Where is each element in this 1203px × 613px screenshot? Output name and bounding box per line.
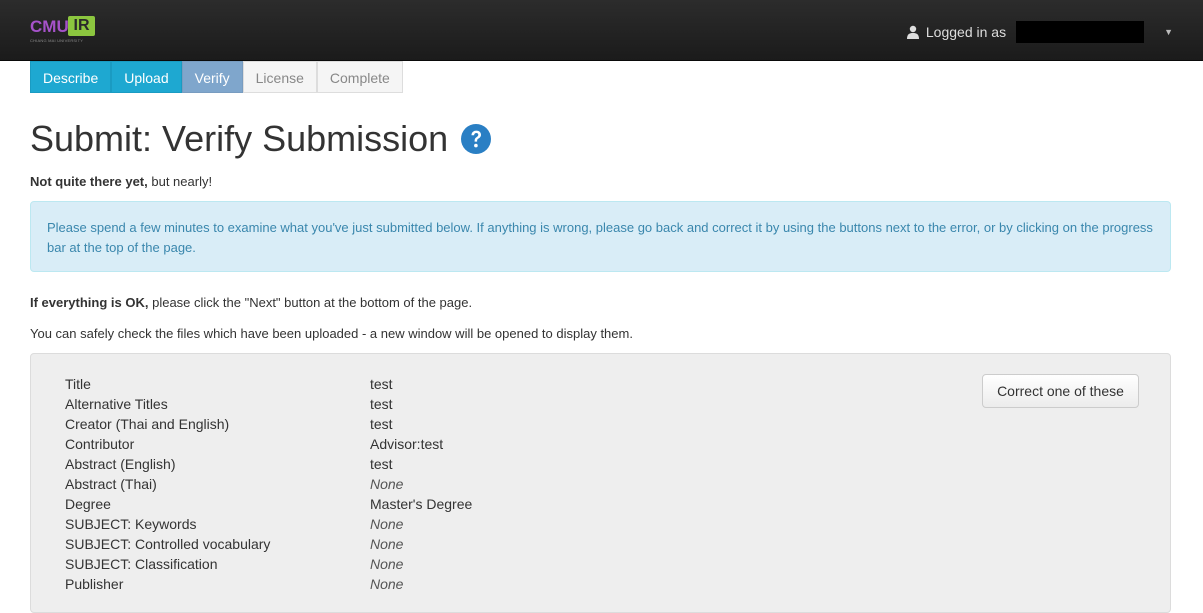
metadata-label: SUBJECT: Keywords	[65, 516, 197, 532]
correct-one-of-these-button[interactable]: Correct one of these	[982, 374, 1139, 408]
metadata-row: Title test	[65, 374, 472, 394]
metadata-row: Creator (Thai and English) test	[65, 414, 472, 434]
metadata-label: Creator (Thai and English)	[65, 416, 230, 432]
metadata-row: Alternative Titles test	[65, 394, 472, 414]
progress-step-upload[interactable]: Upload	[111, 61, 182, 93]
metadata-label: Abstract (English)	[65, 456, 176, 472]
cmuir-logo[interactable]: CMU IR CHIANG MAI UNIVERSITY	[30, 14, 110, 46]
metadata-row: Contributor Advisor:test	[65, 434, 472, 454]
progress-step-license: License	[242, 61, 317, 93]
metadata-value: test	[370, 416, 393, 432]
metadata-row: SUBJECT: Controlled vocabulary None	[65, 534, 472, 554]
metadata-label: Publisher	[65, 576, 124, 592]
metadata-value: None	[370, 576, 404, 592]
logo-ir-badge: IR	[68, 16, 95, 36]
status-message-rest: but nearly!	[147, 174, 213, 189]
metadata-value: Master's Degree	[370, 496, 473, 512]
user-menu[interactable]: Logged in as ▼	[906, 20, 1173, 44]
metadata-value: test	[370, 456, 393, 472]
progress-step-verify[interactable]: Verify	[181, 61, 243, 93]
metadata-value: test	[370, 376, 393, 392]
metadata-label: Degree	[65, 496, 111, 512]
metadata-value: test	[370, 396, 393, 412]
submission-progress-bar: Describe Upload Verify License Complete	[30, 61, 403, 94]
metadata-row: SUBJECT: Classification None	[65, 554, 472, 574]
status-message-bold: Not quite there yet,	[30, 174, 148, 189]
metadata-value: None	[370, 536, 404, 552]
user-icon	[906, 25, 919, 39]
progress-step-describe[interactable]: Describe	[30, 61, 112, 93]
page-title-text: Submit: Verify Submission	[30, 118, 449, 159]
metadata-label: SUBJECT: Classification	[65, 556, 218, 572]
help-icon[interactable]	[460, 123, 492, 155]
next-instruction: If everything is OK, please click the "N…	[30, 295, 472, 310]
next-instruction-rest: please click the "Next" button at the bo…	[148, 295, 473, 310]
metadata-label: Contributor	[65, 436, 135, 452]
next-instruction-bold: If everything is OK,	[30, 295, 149, 310]
logged-in-label: Logged in as	[925, 24, 1007, 40]
files-note: You can safely check the files which hav…	[30, 326, 633, 341]
metadata-label: Abstract (Thai)	[65, 476, 157, 492]
metadata-list: Title test Alternative Titles test Creat…	[65, 374, 472, 594]
metadata-label: Alternative Titles	[65, 396, 168, 412]
metadata-row: Degree Master's Degree	[65, 494, 472, 514]
status-message: Not quite there yet, but nearly!	[30, 174, 212, 189]
logo-tagline: CHIANG MAI UNIVERSITY	[30, 38, 84, 43]
metadata-value: None	[370, 516, 404, 532]
metadata-label: Title	[65, 376, 91, 392]
page-title: Submit: Verify Submission	[30, 116, 492, 162]
logo-text: CMU	[30, 17, 69, 36]
info-alert: Please spend a few minutes to examine wh…	[30, 201, 1171, 272]
progress-step-complete: Complete	[316, 61, 403, 93]
chevron-down-icon[interactable]: ▼	[1164, 27, 1173, 37]
redacted-username	[1016, 21, 1145, 43]
metadata-row: Abstract (Thai) None	[65, 474, 472, 494]
metadata-value: Advisor:test	[370, 436, 444, 452]
top-navbar: CMU IR CHIANG MAI UNIVERSITY Logged in a…	[0, 0, 1203, 61]
metadata-value: None	[370, 476, 404, 492]
metadata-review-panel: Title test Alternative Titles test Creat…	[30, 353, 1171, 613]
metadata-value: None	[370, 556, 404, 572]
metadata-row: Publisher None	[65, 574, 472, 594]
metadata-row: SUBJECT: Keywords None	[65, 514, 472, 534]
metadata-label: SUBJECT: Controlled vocabulary	[65, 536, 271, 552]
metadata-row: Abstract (English) test	[65, 454, 472, 474]
